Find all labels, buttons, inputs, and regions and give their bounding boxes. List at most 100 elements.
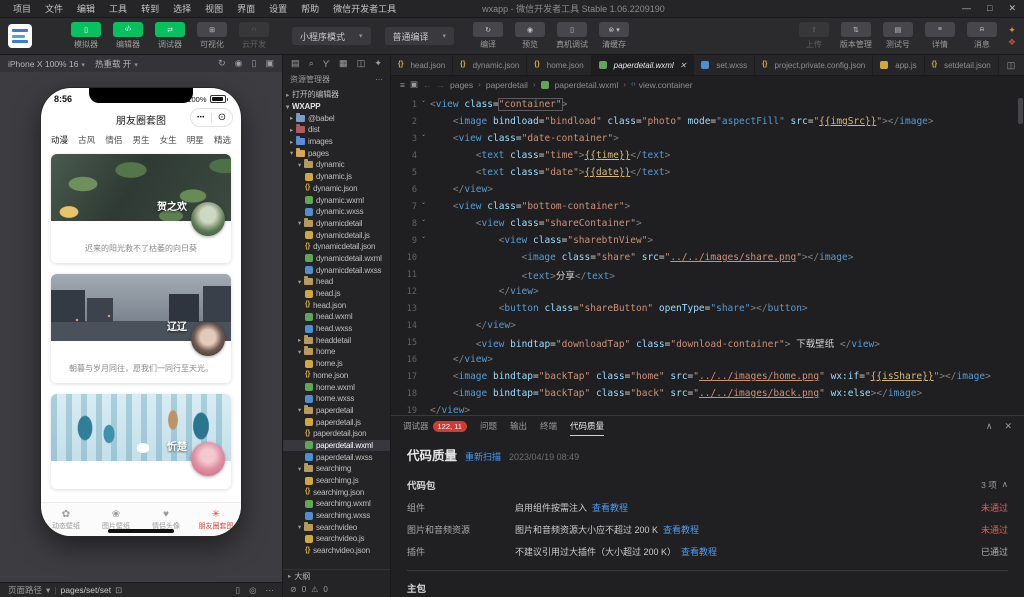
tree-folder[interactable]: ▾ pages <box>283 147 390 159</box>
problems-summary[interactable]: ⊘ 0 ⚠ 0 <box>283 582 390 597</box>
view-tutorial-link[interactable]: 查看教程 <box>592 503 628 513</box>
tree-file[interactable]: paperdetail.wxml <box>283 439 390 452</box>
tree-file[interactable]: home.wxss <box>283 393 390 405</box>
tree-folder[interactable]: ▸ dist <box>283 124 390 136</box>
tree-file[interactable]: searchimg.wxss <box>283 510 390 522</box>
editor-tab[interactable]: {} home.json <box>527 55 592 75</box>
capsule-menu[interactable]: ••• ⊙ <box>190 108 233 127</box>
editor-toggle[interactable]: ‹/› 编辑器 <box>110 22 146 50</box>
rotate-device-icon[interactable]: ▯ <box>252 58 257 69</box>
close-panel-icon[interactable]: ✕ <box>1004 421 1012 432</box>
device-selector[interactable]: iPhone X 100% 16 ▾ <box>8 59 85 69</box>
tree-file[interactable]: {} dynamicdetail.json <box>283 241 390 253</box>
details-button[interactable]: ≡ 详情 <box>922 22 958 50</box>
category-tab-6[interactable]: 明星 <box>187 134 204 146</box>
promo-icon-2[interactable]: ❖ <box>1008 37 1016 47</box>
files-icon[interactable]: ▤ <box>291 58 300 69</box>
editor-tab[interactable]: {} head.json <box>391 55 454 75</box>
more-menu-icon[interactable]: ••• <box>191 115 211 121</box>
panel-tab-output[interactable]: 输出 <box>510 416 527 436</box>
message-button[interactable]: ⍾ 消息 <box>964 22 1000 50</box>
tree-file[interactable]: head.wxml <box>283 311 390 323</box>
tree-folder[interactable]: ▸ @babel <box>283 112 390 124</box>
breadcrumb-item[interactable]: paperdetail <box>486 80 528 90</box>
tree-file[interactable]: {} paperdetail.json <box>283 428 390 440</box>
tree-folder[interactable]: ▾ dynamic <box>283 159 390 171</box>
clear-cache-button[interactable]: ⊗ ▾ 清缓存 <box>596 22 632 50</box>
wallpaper-card[interactable]: 忻楚 <box>51 394 231 489</box>
hot-reload-toggle[interactable]: 热重载 开 ▾ <box>95 58 138 70</box>
panel-tab-problems[interactable]: 问题 <box>480 416 497 436</box>
maximize-button[interactable]: □ <box>987 3 992 14</box>
menu-item-8[interactable]: 界面 <box>230 2 262 15</box>
outline-section[interactable]: ▸ 大纲 <box>283 569 390 582</box>
close-button[interactable]: ✕ <box>1008 3 1016 14</box>
category-tab-2[interactable]: 古风 <box>78 134 95 146</box>
tree-folder[interactable]: ▸ images <box>283 136 390 148</box>
code-editor[interactable]: 1 ˇ <view class="container"> 2 <image bindl… <box>391 93 1024 415</box>
rescan-link[interactable]: 重新扫描 <box>465 450 501 463</box>
section-count[interactable]: 3 项 ∧ <box>981 479 1008 491</box>
editor-scrollbar[interactable] <box>1018 98 1023 124</box>
split-editor-icon[interactable]: ◫ <box>1007 60 1016 71</box>
close-miniprogram-icon[interactable]: ⊙ <box>212 112 232 123</box>
compile-button[interactable]: ↻ 编译 <box>470 22 506 50</box>
fold-icon[interactable]: ˇ <box>417 202 430 211</box>
breadcrumb-item[interactable]: ‹› view.container <box>631 80 693 90</box>
fold-icon[interactable]: ˇ <box>417 100 430 109</box>
preview-button[interactable]: ◉ 预览 <box>512 22 548 50</box>
bookmark-icon[interactable]: ▣ <box>410 79 418 90</box>
menu-item-9[interactable]: 设置 <box>262 2 294 15</box>
nav-back-icon[interactable]: ← <box>423 80 432 90</box>
tree-file[interactable]: {} searchvideo.json <box>283 545 390 557</box>
category-tab-4[interactable]: 男生 <box>132 134 149 146</box>
tree-folder[interactable]: ▾ searchimg <box>283 463 390 475</box>
tree-file[interactable]: dynamic.wxml <box>283 194 390 206</box>
tree-file[interactable]: dynamic.wxss <box>283 206 390 218</box>
wallpaper-card[interactable]: 贺之欢 迟来的阳光救不了枯萎的向日葵 <box>51 154 231 263</box>
category-tab-5[interactable]: 女生 <box>160 134 177 146</box>
view-tutorial-link[interactable]: 查看教程 <box>663 525 699 535</box>
category-tab-3[interactable]: 情侣 <box>105 134 122 146</box>
breadcrumb-item[interactable]: pages <box>450 80 473 90</box>
menu-item-5[interactable]: 转到 <box>134 2 166 15</box>
panel-tab-debugger[interactable]: 调试器 122, 11 <box>403 416 467 436</box>
simulator-toggle[interactable]: ▯ 模拟器 <box>68 22 104 50</box>
tree-folder[interactable]: ▾ home <box>283 346 390 358</box>
close-tab-icon[interactable]: ✕ <box>680 61 687 70</box>
collapse-panel-icon[interactable]: ∧ <box>986 421 993 432</box>
editor-tab[interactable]: set.wxss <box>694 55 756 75</box>
plugin-icon[interactable]: ✦ <box>374 58 382 69</box>
tree-file[interactable]: dynamic.js <box>283 171 390 183</box>
git-icon[interactable]: Ƴ <box>323 59 330 69</box>
tree-file[interactable]: head.wxss <box>283 323 390 335</box>
menu-item-3[interactable]: 编辑 <box>70 2 102 15</box>
preview-eye-icon[interactable]: ◎ <box>249 585 256 596</box>
fold-icon[interactable]: ˇ <box>417 236 430 245</box>
editor-tab[interactable]: {} setdetail.json <box>924 55 999 75</box>
project-root[interactable]: ▾ WXAPP <box>283 101 390 113</box>
tree-file[interactable]: searchimg.wxml <box>283 498 390 510</box>
menu-item-4[interactable]: 工具 <box>102 2 134 15</box>
record-icon[interactable]: ◉ <box>235 58 243 69</box>
screenshot-icon[interactable]: ▣ <box>265 58 274 69</box>
more-icon[interactable]: ⋯ <box>266 585 275 596</box>
device-debug-icon[interactable]: ▯ <box>235 585 240 596</box>
phone-tab-4[interactable]: ✳ 朋友圈套图 <box>191 503 241 536</box>
tree-file[interactable]: {} home.json <box>283 370 390 382</box>
tree-file[interactable]: {} dynamic.json <box>283 183 390 195</box>
menu-item-6[interactable]: 选择 <box>166 2 198 15</box>
explorer-more-icon[interactable]: ⋯ <box>375 75 383 84</box>
tree-folder[interactable]: ▾ searchvideo <box>283 521 390 533</box>
tree-file[interactable]: {} searchimg.json <box>283 486 390 498</box>
search-icon[interactable]: ⌕ <box>309 58 314 69</box>
mode-dropdown[interactable]: 小程序模式 ▾ <box>292 27 371 45</box>
visual-toggle[interactable]: ⊞ 可视化 <box>194 22 230 50</box>
window-icon[interactable]: ◫ <box>357 58 366 69</box>
menu-item-10[interactable]: 帮助 <box>294 2 326 15</box>
view-tutorial-link[interactable]: 查看教程 <box>681 547 717 557</box>
device-debug-button[interactable]: ▯ 真机调试 <box>554 22 590 50</box>
page-path-label[interactable]: 页面路径 <box>8 584 42 596</box>
category-tab-1[interactable]: 动漫 <box>51 134 68 146</box>
tree-folder[interactable]: ▸ headdetail <box>283 334 390 346</box>
